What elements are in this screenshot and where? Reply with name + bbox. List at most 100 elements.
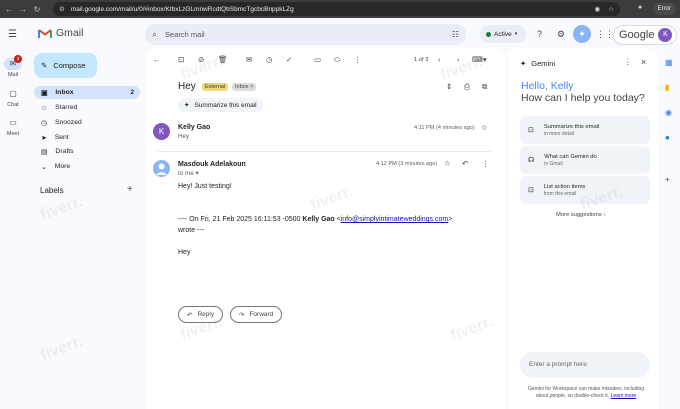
eye-icon[interactable]: ◉ bbox=[595, 5, 601, 13]
message-time: 4:11 PM (4 minutes ago) bbox=[414, 125, 475, 131]
folder-inbox[interactable]: ▣ Inbox 2 bbox=[34, 86, 140, 99]
suggestion-sub: in Gmail bbox=[544, 160, 563, 167]
apps-grid-icon[interactable]: ⋮⋮ bbox=[596, 29, 614, 40]
gemini-greeting: Hello, Kelly bbox=[521, 80, 574, 92]
search-input[interactable]: Search mail bbox=[165, 30, 205, 39]
suggestion-action-items[interactable]: ⊡ List action items from this email bbox=[520, 176, 650, 204]
chevron-down-icon: ▾ bbox=[514, 31, 518, 37]
forward-button[interactable]: ↷ Forward bbox=[230, 306, 283, 323]
external-badge: External bbox=[202, 83, 229, 91]
chevron-down-icon: ⌄ bbox=[41, 163, 47, 171]
chat-icon: ▢ bbox=[9, 89, 17, 98]
compose-button[interactable]: ✎ Compose bbox=[34, 53, 97, 78]
contacts-icon[interactable]: ● bbox=[665, 133, 670, 142]
delete-icon[interactable]: 🗑 bbox=[218, 55, 228, 64]
email-subject: Hey bbox=[178, 81, 196, 92]
reload-icon[interactable]: ↻ bbox=[32, 5, 42, 14]
mark-unread-icon[interactable]: ✉ bbox=[246, 55, 252, 64]
gmail-brand-text: Gmail bbox=[56, 27, 84, 39]
search-options-icon[interactable]: ☷ bbox=[452, 30, 459, 39]
learn-more-link[interactable]: Learn more bbox=[611, 393, 637, 399]
bookmark-star-icon[interactable]: ☆ bbox=[608, 5, 614, 13]
forward-label: Forward bbox=[249, 311, 274, 318]
suggestion-summarize[interactable]: ⊡ Summarize this email in more detail bbox=[520, 116, 650, 144]
close-icon[interactable]: × bbox=[641, 57, 646, 67]
gemini-prompt-input[interactable]: Enter a prompt here bbox=[520, 352, 650, 378]
gemini-disclaimer: Gemini for Workspace can make mistakes, … bbox=[522, 386, 650, 399]
folder-more[interactable]: ⌄ More bbox=[34, 160, 140, 173]
star-icon[interactable]: ☆ bbox=[481, 123, 488, 132]
message-pane: ← ⊡ ⊘ 🗑 ✉ ◷ ✓ ▭ ⬭ ⋮ 1 of 3 ‹ › ⌨▾ Hey Ex… bbox=[146, 48, 505, 409]
settings-gear-icon[interactable]: ⚙ bbox=[557, 29, 565, 40]
fiverr-watermark: fiverr. bbox=[38, 333, 86, 364]
message-snippet[interactable]: Hey bbox=[178, 133, 189, 140]
print-icon[interactable]: ⎙ bbox=[464, 82, 470, 92]
folder-snoozed[interactable]: ◷ Snoozed bbox=[34, 116, 140, 129]
folder-starred[interactable]: ☆ Starred bbox=[34, 101, 140, 114]
sparkle-chat-icon: ☊ bbox=[528, 157, 535, 164]
suggestion-title: Summarize this email bbox=[543, 123, 600, 130]
rail-mail[interactable]: ✉ 3 Mail bbox=[0, 55, 26, 78]
suggestion-what-can[interactable]: ☊ What can Gemini do in Gmail bbox=[520, 146, 650, 174]
quote-email-link[interactable]: info@simplyintimateweddings.com bbox=[341, 216, 448, 223]
more-vert-icon[interactable]: ⋮ bbox=[354, 55, 362, 64]
add-label-icon[interactable]: + bbox=[127, 184, 133, 195]
reply-arrow-icon[interactable]: ↶ bbox=[462, 159, 468, 168]
add-task-icon[interactable]: ✓ bbox=[286, 55, 292, 64]
google-account-button[interactable]: Google K bbox=[613, 25, 677, 45]
folder-label: Starred bbox=[55, 104, 78, 111]
more-suggestions-link[interactable]: More suggestions › bbox=[556, 212, 605, 218]
main-menu-icon[interactable]: ☰ bbox=[8, 29, 17, 40]
help-icon[interactable]: ? bbox=[537, 29, 542, 39]
address-bar[interactable]: ⚙ mail.google.com/mail/u/0/#inbox/KtbxLz… bbox=[53, 2, 620, 16]
status-selector[interactable]: Active ▾ bbox=[480, 25, 526, 43]
folder-sent[interactable]: ➤ Sent bbox=[34, 131, 140, 144]
mail-icon: ✉ 3 bbox=[4, 55, 22, 70]
site-info-icon[interactable]: ⚙ bbox=[59, 5, 65, 13]
expand-all-icon[interactable]: ⇕ bbox=[446, 82, 452, 91]
report-spam-icon[interactable]: ⊘ bbox=[198, 55, 204, 64]
search-icon[interactable]: ⌕ bbox=[152, 29, 157, 40]
more-vert-icon[interactable]: ⋮ bbox=[482, 159, 490, 168]
older-icon[interactable]: › bbox=[457, 55, 460, 64]
tasks-icon[interactable]: ◉ bbox=[665, 108, 672, 117]
summary-doc-icon: ⊡ bbox=[528, 127, 534, 134]
search-bar[interactable]: ⌕ Search mail ☷ bbox=[145, 24, 466, 45]
move-to-icon[interactable]: ▭ bbox=[314, 55, 321, 64]
gmail-logo[interactable]: Gmail bbox=[38, 27, 83, 39]
input-tools-icon[interactable]: ⌨▾ bbox=[472, 55, 487, 64]
rail-chat[interactable]: ▢ Chat bbox=[0, 88, 26, 108]
list-doc-icon: ⊡ bbox=[528, 187, 534, 194]
summarize-button[interactable]: ✦ Summarize this email bbox=[178, 98, 263, 112]
sender-avatar-default bbox=[153, 160, 170, 177]
reply-button[interactable]: ↶ Reply bbox=[178, 306, 224, 323]
archive-icon[interactable]: ⊡ bbox=[178, 55, 184, 64]
add-addon-icon[interactable]: + bbox=[665, 175, 670, 184]
folder-drafts[interactable]: ▤ Drafts bbox=[34, 145, 140, 158]
keep-icon[interactable]: ▮ bbox=[665, 83, 669, 92]
inbox-chip-text: Inbox bbox=[235, 84, 249, 90]
folder-label: Inbox bbox=[55, 89, 74, 96]
calendar-icon[interactable]: ▦ bbox=[665, 58, 673, 67]
newer-icon[interactable]: ‹ bbox=[438, 55, 441, 64]
mail-badge: 3 bbox=[14, 55, 22, 63]
back-icon[interactable]: ← bbox=[4, 5, 14, 14]
compose-label: Compose bbox=[53, 61, 86, 70]
more-vert-icon[interactable]: ⋮ bbox=[624, 57, 632, 66]
folder-label: More bbox=[54, 163, 71, 170]
sender-name[interactable]: Kelly Gao bbox=[178, 124, 210, 131]
rail-meet[interactable]: ▭ Meet bbox=[0, 117, 26, 137]
sender-name[interactable]: Masdouk Adelakoun bbox=[178, 161, 246, 168]
inbox-label-chip[interactable]: Inbox × bbox=[232, 83, 257, 91]
label-icon[interactable]: ⬭ bbox=[334, 55, 340, 65]
recipient-details[interactable]: to me ▾ bbox=[178, 170, 199, 177]
profile-icon[interactable]: ● bbox=[638, 4, 642, 11]
profile-error-button[interactable]: Error bbox=[652, 3, 676, 15]
open-new-window-icon[interactable]: ⧉ bbox=[482, 82, 487, 92]
back-arrow-icon[interactable]: ← bbox=[153, 55, 161, 64]
forward-icon[interactable]: → bbox=[18, 5, 28, 14]
inbox-count: 2 bbox=[130, 89, 134, 96]
gemini-button[interactable]: ✦ bbox=[573, 25, 591, 43]
snooze-icon[interactable]: ◷ bbox=[266, 55, 273, 64]
star-icon[interactable]: ☆ bbox=[444, 159, 451, 168]
